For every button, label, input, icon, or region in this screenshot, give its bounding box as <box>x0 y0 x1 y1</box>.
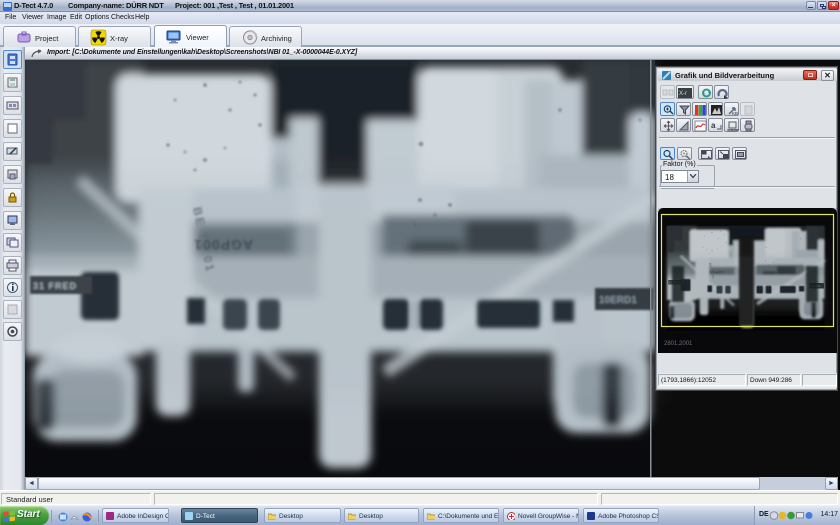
svg-text:CROP: CROP <box>728 129 739 133</box>
svg-text:X-r: X-r <box>679 91 687 97</box>
svg-text:a: a <box>711 121 716 130</box>
svg-text:KB: KB <box>732 111 738 116</box>
